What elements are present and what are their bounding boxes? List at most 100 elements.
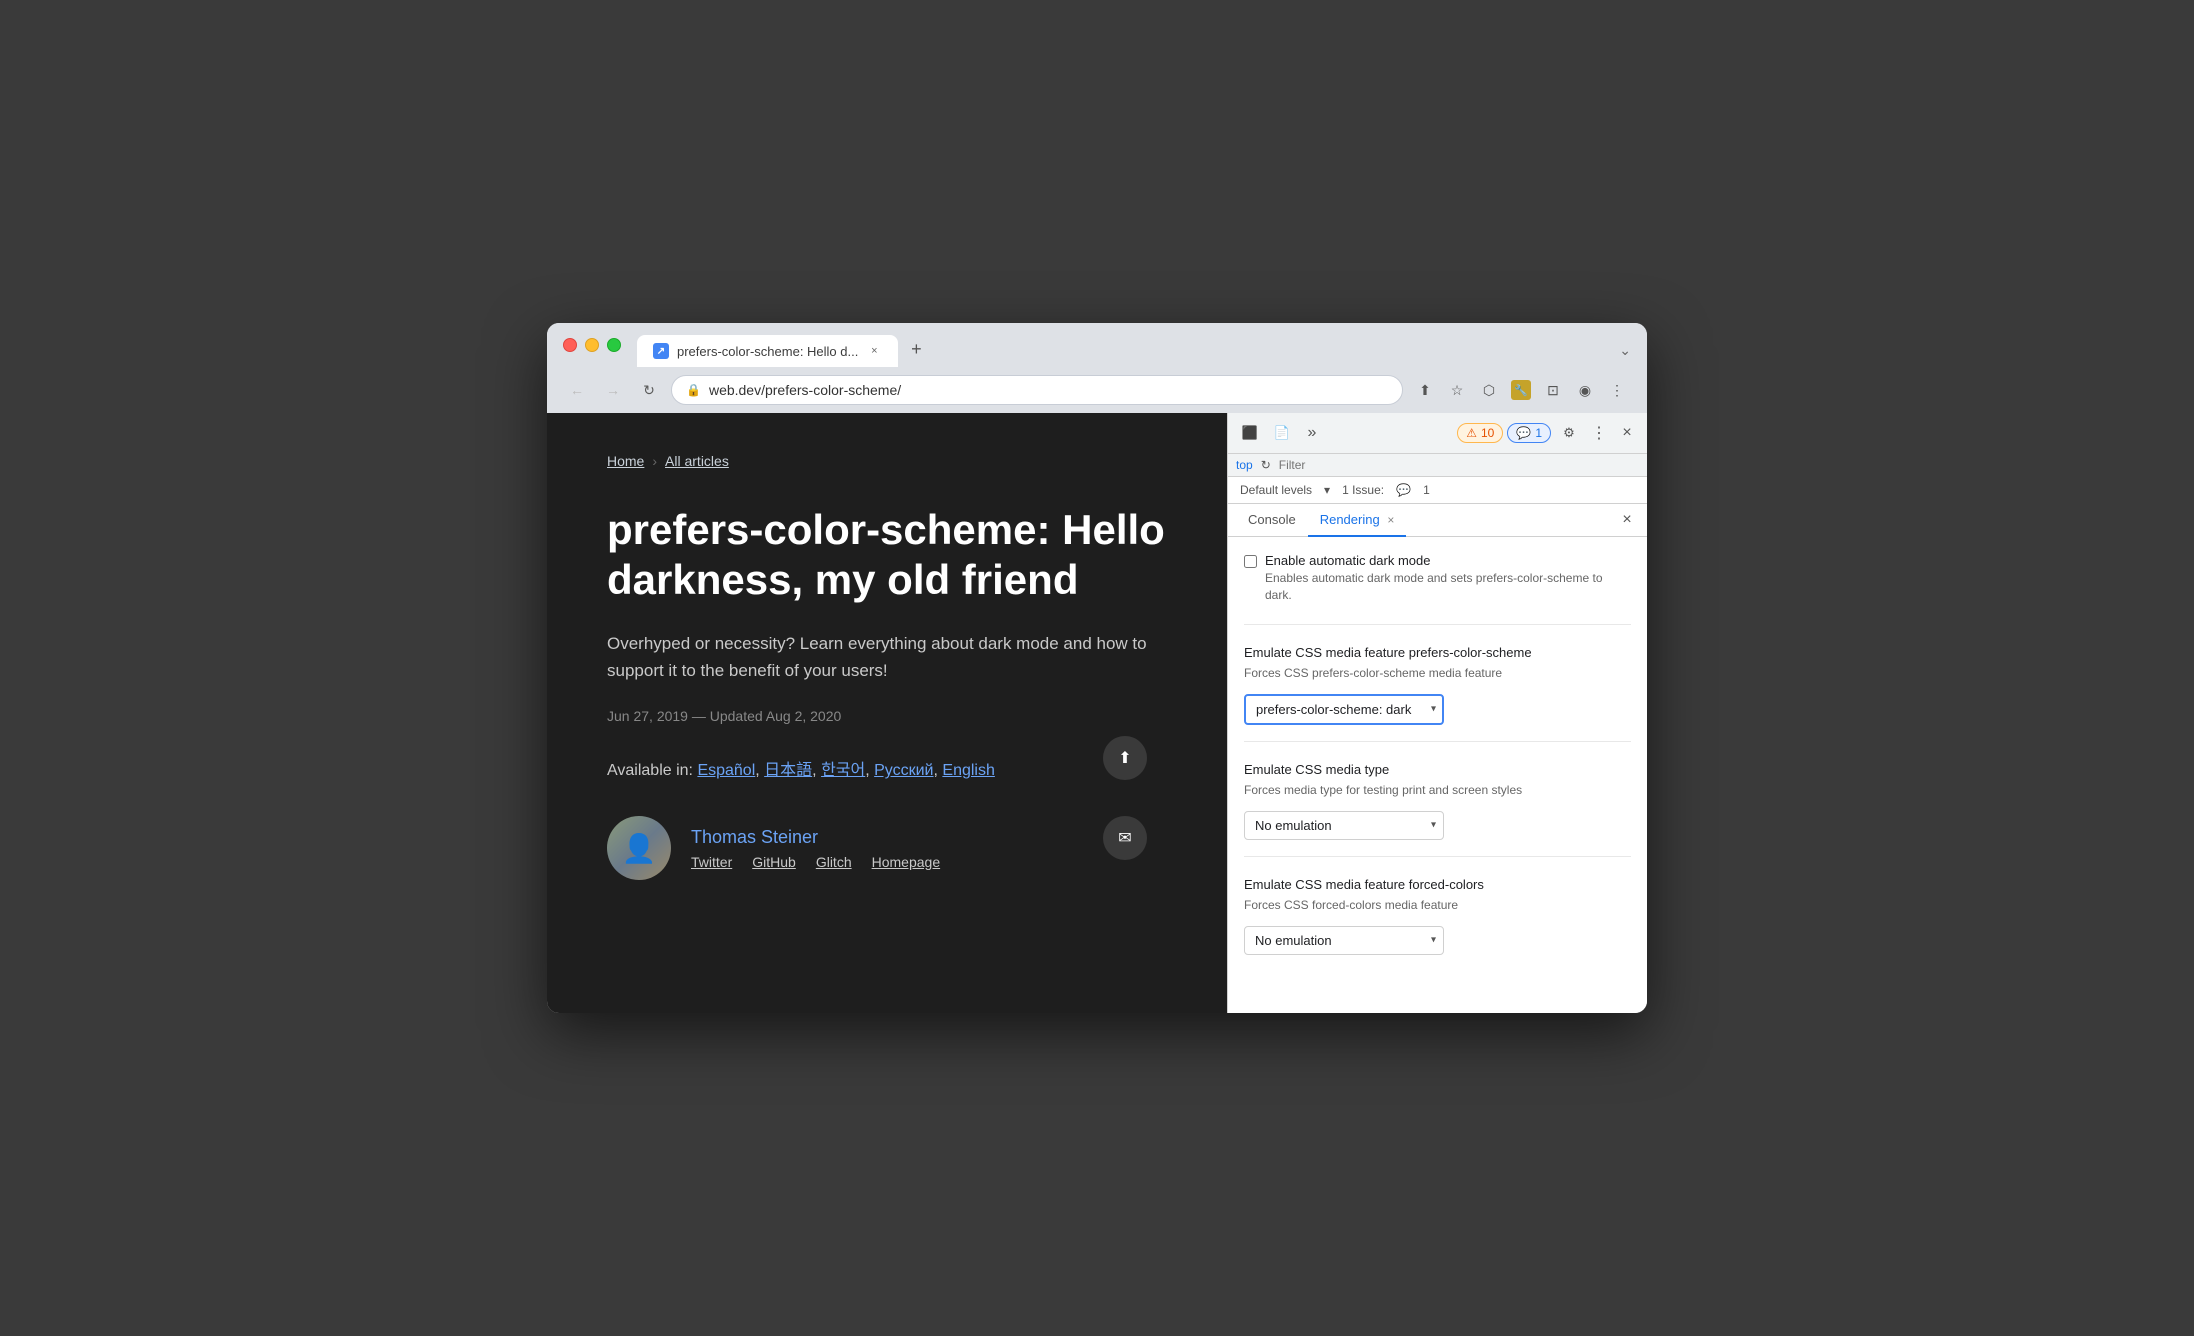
toolbar-actions: ⬆ ☆ ⬡ 🔧 ⊡ ◉ ⋮: [1411, 376, 1631, 404]
tabs-row: ↗ prefers-color-scheme: Hello d... × + ⌄: [637, 335, 1631, 367]
article-title: prefers-color-scheme: Hello darkness, my…: [607, 505, 1167, 606]
available-in: Available in: Español, 日本語, 한국어, Русский…: [607, 756, 1167, 780]
author-github[interactable]: GitHub: [752, 854, 796, 870]
auto-dark-mode-desc: Enables automatic dark mode and sets pre…: [1265, 570, 1631, 604]
auto-dark-mode-title: Enable automatic dark mode: [1265, 553, 1631, 568]
prefers-color-scheme-select[interactable]: No emulation prefers-color-scheme: light…: [1244, 694, 1444, 725]
available-in-label: Available in:: [607, 762, 693, 779]
forced-colors-select-wrapper: No emulation active none ▾: [1244, 926, 1444, 955]
lang-korean[interactable]: 한국어: [821, 762, 865, 779]
author-homepage[interactable]: Homepage: [872, 854, 941, 870]
author-twitter[interactable]: Twitter: [691, 854, 732, 870]
forced-colors-section: Emulate CSS media feature forced-colors …: [1244, 877, 1631, 971]
share-floating-button[interactable]: ⬆: [1103, 736, 1147, 780]
info-count: 1: [1535, 426, 1542, 440]
forced-colors-select[interactable]: No emulation active none: [1244, 926, 1444, 955]
issues-count: 1: [1423, 483, 1430, 497]
breadcrumb: Home › All articles: [607, 453, 1167, 469]
media-type-select[interactable]: No emulation print screen: [1244, 811, 1444, 840]
article-date: Jun 27, 2019 — Updated Aug 2, 2020: [607, 708, 1167, 724]
media-type-select-wrapper: No emulation print screen ▾: [1244, 811, 1444, 840]
prefers-color-scheme-section: Emulate CSS media feature prefers-color-…: [1244, 645, 1631, 742]
issues-label: 1 Issue:: [1342, 483, 1384, 497]
fullscreen-traffic-light[interactable]: [607, 338, 621, 352]
tab-dropdown-button[interactable]: ⌄: [1619, 342, 1631, 359]
email-floating-button[interactable]: ✉: [1103, 816, 1147, 860]
console-top-btn[interactable]: top: [1236, 458, 1253, 472]
tab-favicon: ↗: [653, 343, 669, 359]
breadcrumb-separator: ›: [652, 453, 657, 469]
prefers-color-scheme-title: Emulate CSS media feature prefers-color-…: [1244, 645, 1631, 660]
tab-console[interactable]: Console: [1236, 504, 1308, 537]
devtools-panel: ⬛ 📄 » ⚠ 10 💬 1 ⚙ ⋮ × top ↻: [1227, 413, 1647, 1013]
extensions-button[interactable]: ⬡: [1475, 376, 1503, 404]
webpage: Home › All articles prefers-color-scheme…: [547, 413, 1227, 1013]
warning-icon: ⚠: [1466, 426, 1477, 440]
devtools-console-bar: top ↻: [1228, 454, 1647, 477]
warning-count: 10: [1481, 426, 1494, 440]
devtools-sources-btn[interactable]: 📄: [1268, 419, 1296, 447]
rendering-tab-close[interactable]: ×: [1387, 513, 1394, 527]
devtools-tabs-row: Console Rendering × ×: [1228, 504, 1647, 537]
media-type-title: Emulate CSS media type: [1244, 762, 1631, 777]
levels-dropdown-icon: ▾: [1324, 483, 1330, 497]
bookmark-button[interactable]: ☆: [1443, 376, 1471, 404]
forced-colors-desc: Forces CSS forced-colors media feature: [1244, 896, 1631, 914]
prefers-color-scheme-desc: Forces CSS prefers-color-scheme media fe…: [1244, 664, 1631, 682]
content-area: Home › All articles prefers-color-scheme…: [547, 413, 1647, 1013]
forward-button[interactable]: →: [599, 376, 627, 404]
info-badge[interactable]: 💬 1: [1507, 423, 1551, 443]
devtools-elements-btn[interactable]: ⬛: [1236, 419, 1264, 447]
author-avatar: 👤: [607, 816, 671, 880]
tab-title: prefers-color-scheme: Hello d...: [677, 344, 858, 359]
traffic-lights: [563, 338, 621, 364]
title-bar: ↗ prefers-color-scheme: Hello d... × + ⌄: [547, 323, 1647, 367]
devtools-button[interactable]: 🔧: [1507, 376, 1535, 404]
lang-espanol[interactable]: Español: [697, 762, 755, 779]
lang-english[interactable]: English: [942, 762, 994, 779]
devtools-top-bar: ⬛ 📄 » ⚠ 10 💬 1 ⚙ ⋮ ×: [1228, 413, 1647, 454]
console-filter-input[interactable]: [1279, 458, 1639, 472]
profile-button[interactable]: ◉: [1571, 376, 1599, 404]
forced-colors-title: Emulate CSS media feature forced-colors: [1244, 877, 1631, 892]
tab-close-button[interactable]: ×: [866, 343, 882, 359]
media-type-desc: Forces media type for testing print and …: [1244, 781, 1631, 799]
auto-dark-mode-checkbox[interactable]: [1244, 555, 1257, 568]
author-section: 👤 Thomas Steiner Twitter GitHub Glitch H…: [607, 816, 1167, 880]
prefers-color-scheme-select-wrapper: No emulation prefers-color-scheme: light…: [1244, 694, 1444, 725]
new-tab-button[interactable]: +: [902, 335, 930, 363]
back-button[interactable]: ←: [563, 376, 591, 404]
devtools-close-button[interactable]: ×: [1615, 421, 1639, 445]
media-type-section: Emulate CSS media type Forces media type…: [1244, 762, 1631, 857]
sidebar-button[interactable]: ⊡: [1539, 376, 1567, 404]
lang-japanese[interactable]: 日本語: [764, 762, 812, 779]
close-traffic-light[interactable]: [563, 338, 577, 352]
devtools-settings-btn[interactable]: ⚙: [1555, 419, 1583, 447]
console-reload-icon[interactable]: ↻: [1261, 458, 1271, 472]
devtools-icon: 🔧: [1511, 380, 1531, 400]
auto-dark-mode-label: Enable automatic dark mode Enables autom…: [1265, 553, 1631, 604]
author-name[interactable]: Thomas Steiner: [691, 827, 940, 848]
warning-badge[interactable]: ⚠ 10: [1457, 423, 1503, 443]
levels-label[interactable]: Default levels: [1240, 483, 1312, 497]
lock-icon: 🔒: [686, 383, 701, 397]
devtools-rendering-content: Enable automatic dark mode Enables autom…: [1228, 537, 1647, 1013]
devtools-more-panels-btn[interactable]: »: [1300, 421, 1324, 445]
issues-icon: 💬: [1396, 483, 1411, 497]
info-icon: 💬: [1516, 426, 1531, 440]
tab-rendering[interactable]: Rendering ×: [1308, 504, 1407, 537]
breadcrumb-all-articles[interactable]: All articles: [665, 453, 729, 469]
minimize-traffic-light[interactable]: [585, 338, 599, 352]
more-button[interactable]: ⋮: [1603, 376, 1631, 404]
address-bar[interactable]: 🔒 web.dev/prefers-color-scheme/: [671, 375, 1403, 405]
share-button[interactable]: ⬆: [1411, 376, 1439, 404]
active-tab[interactable]: ↗ prefers-color-scheme: Hello d... ×: [637, 335, 898, 367]
author-glitch[interactable]: Glitch: [816, 854, 852, 870]
breadcrumb-home[interactable]: Home: [607, 453, 644, 469]
devtools-levels: Default levels ▾ 1 Issue: 💬 1: [1228, 477, 1647, 504]
devtools-options-btn[interactable]: ⋮: [1587, 421, 1611, 445]
lang-russian[interactable]: Русский: [874, 762, 933, 779]
author-links: Twitter GitHub Glitch Homepage: [691, 854, 940, 870]
tab-panel-close[interactable]: ×: [1615, 508, 1639, 532]
reload-button[interactable]: ↻: [635, 376, 663, 404]
